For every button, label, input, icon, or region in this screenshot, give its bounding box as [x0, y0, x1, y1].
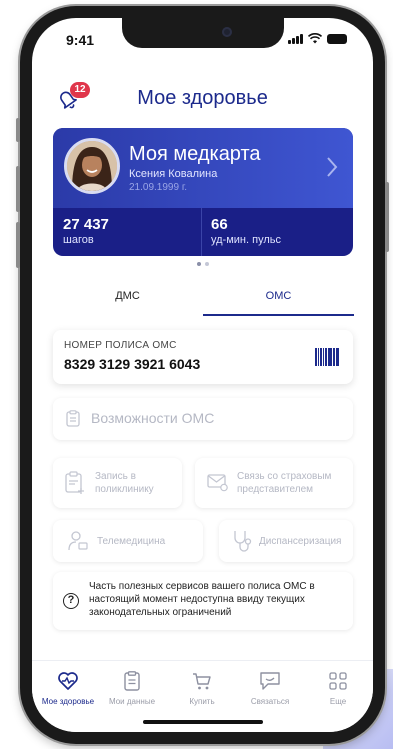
info-text: Часть полезных сервисов вашего полиса ОМ… — [89, 581, 315, 618]
tabbar-label-contact: Связаться — [250, 697, 290, 706]
clinic-appointment-label: Запись в поликлинику — [95, 471, 154, 495]
chat-icon — [236, 669, 304, 693]
question-icon: ? — [63, 593, 79, 609]
insurer-contact-card[interactable]: Связь со страховым представителем — [195, 458, 353, 508]
cart-icon — [168, 669, 236, 693]
tab-dms[interactable]: ДМС — [52, 276, 203, 316]
grid-icon — [304, 669, 372, 693]
pulse-label: уд-мин. пульс — [211, 234, 281, 246]
notch — [121, 18, 284, 48]
telemedicine-card[interactable]: Телемедицина — [53, 520, 203, 562]
stethoscope-icon — [231, 529, 253, 553]
telemedicine-label: Телемедицина — [97, 536, 166, 547]
medcard-banner[interactable]: Моя медкарта Ксения Ковалина 21.09.1999 … — [53, 128, 353, 256]
tabbar-item-more[interactable]: Еще — [304, 669, 372, 706]
pulse-value: 66 — [211, 216, 228, 233]
insurer-contact-label: Связь со страховым представителем — [237, 471, 332, 495]
signal-icon — [288, 33, 303, 44]
header: 12 Мое здоровье — [32, 80, 373, 116]
bottom-tab-bar: Мое здоровье Мои данные Купить Связаться — [32, 660, 373, 732]
clinic-appointment-card[interactable]: Запись в поликлинику — [53, 458, 182, 508]
steps-value: 27 437 — [63, 216, 109, 233]
avatar — [64, 138, 120, 194]
tabbar-item-my-data[interactable]: Мои данные — [98, 669, 166, 706]
mail-settings-icon — [207, 474, 229, 492]
document-icon — [98, 669, 166, 693]
carousel-dots — [32, 262, 373, 266]
info-notice: ? Часть полезных сервисов вашего полиса … — [53, 572, 353, 630]
barcode-icon — [315, 348, 339, 366]
tabbar-label-buy: Купить — [189, 697, 215, 706]
policy-card[interactable]: НОМЕР ПОЛИСА ОМС 8329 3129 3921 6043 — [53, 330, 353, 384]
wifi-icon — [308, 33, 322, 44]
steps-stat: 27 437 шагов — [63, 216, 109, 246]
app-screen: 9:41 12 Мое здоровье Моя медкарта Ксения… — [32, 18, 373, 732]
battery-icon — [327, 33, 347, 44]
tabbar-item-health[interactable]: Мое здоровье — [34, 669, 102, 706]
telemedicine-icon — [67, 530, 89, 552]
heart-pulse-icon — [34, 669, 102, 693]
tabbar-item-buy[interactable]: Купить — [168, 669, 236, 706]
stat-divider — [201, 208, 202, 256]
tabbar-label-health: Мое здоровье — [41, 697, 95, 706]
oms-possibilities-card[interactable]: Возможности ОМС — [53, 398, 353, 440]
medcard-patient-name: Ксения Ковалина — [129, 168, 218, 180]
avatar-photo — [67, 141, 117, 191]
policy-number: 8329 3129 3921 6043 — [64, 356, 201, 372]
page-title: Мое здоровье — [137, 87, 268, 109]
insurance-tabs: ДМС ОМС — [52, 276, 354, 316]
steps-label: шагов — [63, 234, 94, 246]
tab-underline — [203, 314, 354, 316]
clipboard-icon — [66, 410, 80, 427]
tabbar-label-more: Еще — [329, 697, 347, 706]
dispensary-label: Диспансеризация — [259, 536, 342, 547]
phone-frame: 9:41 12 Мое здоровье Моя медкарта Ксения… — [16, 6, 389, 744]
camera — [221, 27, 232, 37]
mute-switch — [16, 118, 20, 142]
tab-oms[interactable]: ОМС — [203, 276, 354, 316]
status-icons — [288, 33, 347, 44]
tabbar-label-my-data: Мои данные — [108, 697, 156, 706]
oms-possibilities-label: Возможности ОМС — [91, 410, 215, 426]
medcard-title: Моя медкарта — [129, 143, 261, 165]
medcard-birth-date: 21.09.1999 г. — [129, 182, 188, 193]
tabbar-item-contact[interactable]: Связаться — [236, 669, 304, 706]
clipboard-plus-icon — [65, 471, 85, 495]
volume-down-button — [16, 222, 20, 268]
chevron-right-icon — [325, 156, 339, 178]
dispensary-card[interactable]: Диспансеризация — [219, 520, 353, 562]
status-time: 9:41 — [66, 32, 95, 48]
policy-label: НОМЕР ПОЛИСА ОМС — [64, 340, 177, 351]
power-button — [385, 182, 389, 252]
pulse-stat: 66 уд-мин. пульс — [211, 216, 281, 246]
volume-up-button — [16, 166, 20, 212]
home-indicator[interactable] — [142, 720, 263, 724]
